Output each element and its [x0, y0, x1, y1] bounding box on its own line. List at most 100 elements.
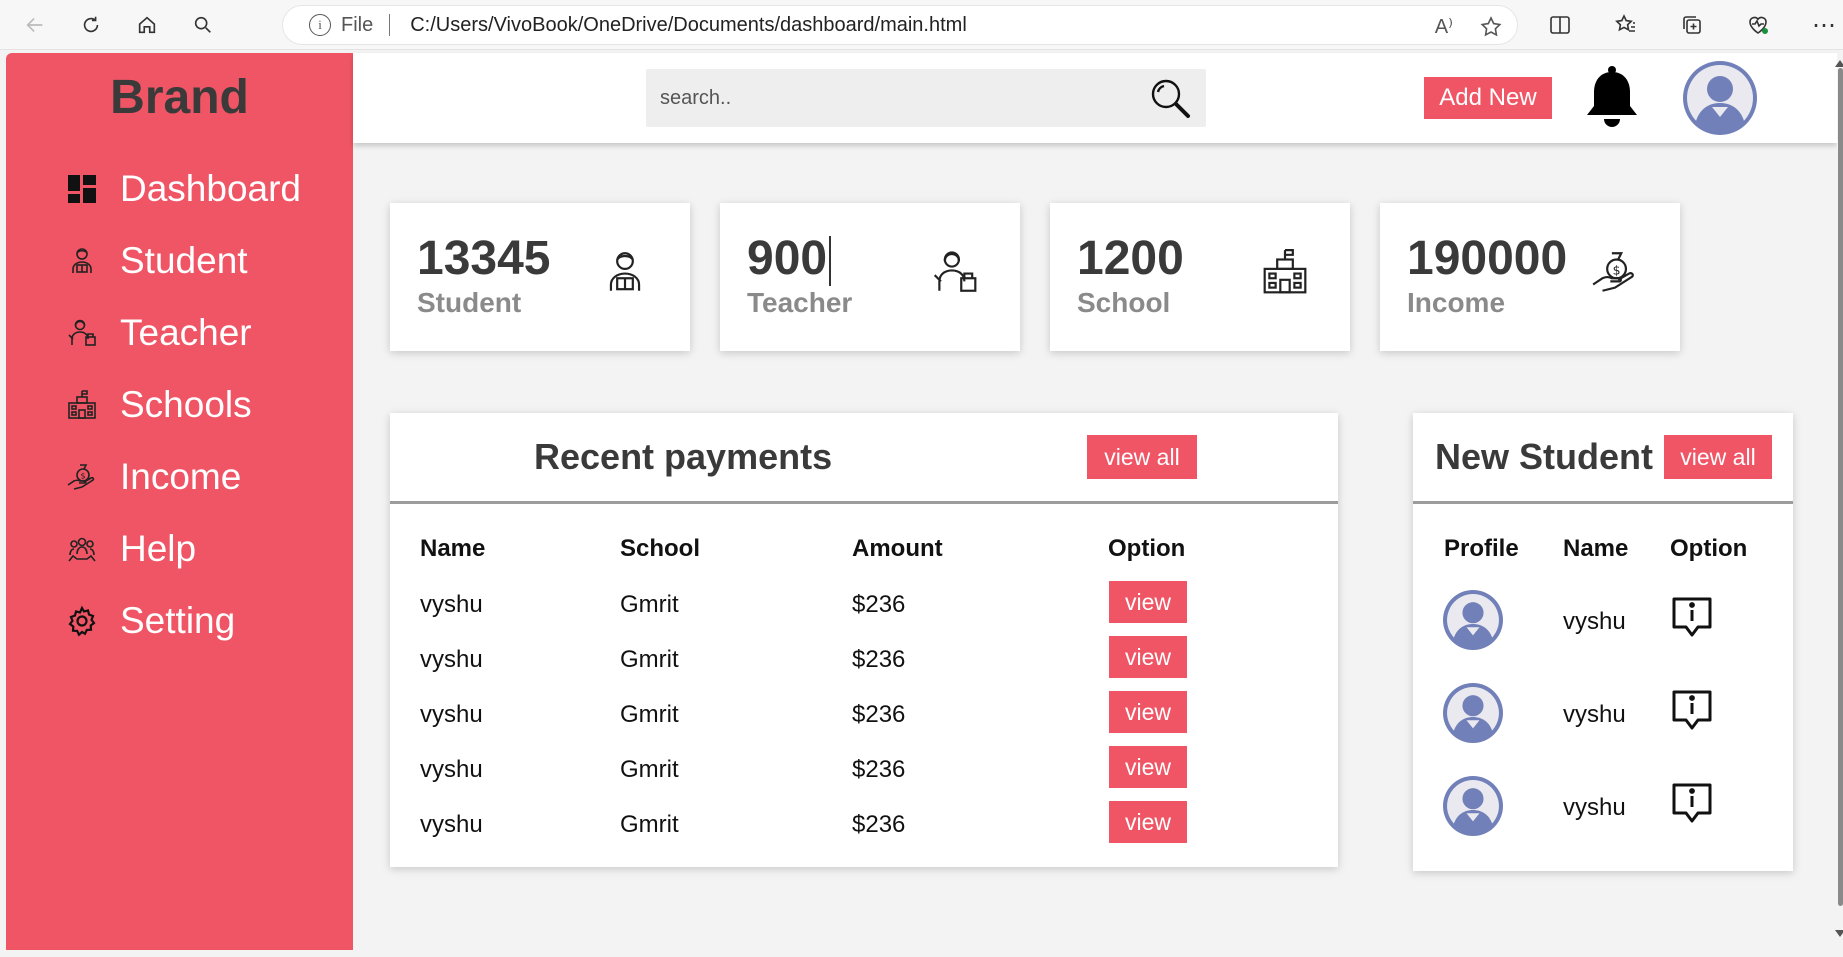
sidebar-item-schools[interactable]: Schools [64, 369, 301, 441]
cell-name: vyshu [420, 701, 483, 728]
teacher-icon [933, 251, 977, 292]
student-icon [64, 243, 100, 279]
cell-amount: $236 [852, 701, 906, 728]
panel-divider [1413, 501, 1793, 504]
bell-icon[interactable] [1582, 64, 1642, 130]
column-header-school: School [620, 535, 701, 562]
payments-view-all-button[interactable]: view all [1087, 435, 1197, 479]
cell-amount: $236 [852, 646, 906, 673]
cell-school: Gmrit [620, 591, 679, 618]
cell-amount: $236 [852, 756, 906, 783]
url-text[interactable]: C:/Users/VivoBook/OneDrive/Documents/das… [410, 14, 967, 37]
column-header-profile: Profile [1444, 535, 1519, 562]
stat-value-text: 900 [747, 232, 828, 285]
stat-value: 900 [747, 231, 832, 287]
cell-amount: $236 [852, 811, 906, 838]
search-icon[interactable] [1148, 76, 1194, 122]
gear-icon [64, 603, 100, 639]
read-aloud-icon[interactable]: A⁾ [1435, 14, 1453, 39]
row-view-button[interactable]: view [1109, 581, 1187, 623]
info-icon[interactable] [1668, 779, 1716, 827]
cell-amount: $236 [852, 591, 906, 618]
sidebar-item-label: Dashboard [120, 168, 302, 209]
row-view-button[interactable]: view [1109, 801, 1187, 843]
column-header-option: Option [1108, 535, 1186, 562]
site-info-icon[interactable]: i [309, 14, 331, 36]
scroll-up-arrow-icon[interactable] [1835, 60, 1843, 67]
student-name: vyshu [1563, 701, 1626, 728]
avatar[interactable] [1443, 683, 1503, 743]
cell-school: Gmrit [620, 811, 679, 838]
row-view-button[interactable]: view [1109, 746, 1187, 788]
stat-label: School [1077, 287, 1171, 318]
cell-name: vyshu [420, 811, 483, 838]
home-icon[interactable] [130, 9, 164, 41]
row-view-button[interactable]: view [1109, 636, 1187, 678]
sidebar-item-label: Income [120, 456, 242, 497]
top-header: Add New [353, 53, 1837, 143]
stat-label: Income [1407, 287, 1506, 318]
favorite-star-icon[interactable] [1479, 15, 1503, 39]
back-icon[interactable] [18, 9, 52, 41]
favorites-icon[interactable] [1609, 9, 1643, 41]
panel-title: Recent payments [534, 436, 833, 477]
split-screen-icon[interactable] [1543, 9, 1577, 41]
brand-logo[interactable]: Brand [6, 70, 353, 125]
cell-name: vyshu [420, 756, 483, 783]
new-student-panel: New Student view all Profile Name Option… [1413, 413, 1793, 871]
avatar[interactable] [1683, 61, 1757, 135]
more-options-icon[interactable]: ⋯ [1807, 9, 1841, 41]
student-icon [609, 252, 641, 291]
column-header-name: Name [420, 535, 486, 562]
cell-name: vyshu [420, 646, 483, 673]
sidebar-item-setting[interactable]: Setting [64, 585, 301, 657]
address-separator [389, 14, 391, 36]
recent-payments-panel: Recent payments view all Name School Amo… [390, 413, 1338, 867]
sidebar-item-label: Setting [120, 600, 236, 641]
new-student-view-all-button[interactable]: view all [1664, 435, 1772, 479]
cell-school: Gmrit [620, 646, 679, 673]
browser-essentials-icon[interactable] [1741, 9, 1775, 41]
refresh-icon[interactable] [74, 9, 108, 41]
stat-card-student[interactable]: 13345 Student [390, 203, 690, 351]
stat-value: 1200 [1077, 232, 1184, 285]
stat-card-teacher[interactable]: 900 Teacher [720, 203, 1020, 351]
income-icon: $ [1592, 252, 1634, 292]
sidebar-item-student[interactable]: Student [64, 225, 301, 297]
scrollbar-thumb[interactable] [1838, 68, 1843, 906]
sidebar-item-dashboard[interactable]: Dashboard [64, 153, 301, 225]
stat-card-income[interactable]: 190000 Income $ [1380, 203, 1680, 351]
add-new-button[interactable]: Add New [1424, 77, 1552, 119]
file-label: File [341, 13, 374, 36]
text-cursor [829, 236, 832, 287]
search-icon[interactable] [186, 9, 220, 41]
sidebar-item-income[interactable]: $ Income [64, 441, 301, 513]
avatar[interactable] [1443, 590, 1503, 650]
sidebar-item-label: Teacher [120, 312, 252, 353]
info-icon[interactable] [1668, 593, 1716, 641]
sidebar-item-label: Student [120, 240, 248, 281]
dashboard-icon [64, 171, 100, 207]
sidebar-item-help[interactable]: Help [64, 513, 301, 585]
svg-text:$: $ [1613, 262, 1621, 277]
stat-card-school[interactable]: 1200 School [1050, 203, 1350, 351]
stat-label: Teacher [747, 287, 853, 318]
row-view-button[interactable]: view [1109, 691, 1187, 733]
student-name: vyshu [1563, 608, 1626, 635]
info-icon[interactable] [1668, 686, 1716, 734]
address-bar[interactable]: i File C:/Users/VivoBook/OneDrive/Docume… [282, 5, 1518, 45]
school-icon [1263, 249, 1307, 294]
sidebar-menu: Dashboard Student Teacher Schools $ Inco… [64, 153, 301, 657]
sidebar-item-teacher[interactable]: Teacher [64, 297, 301, 369]
search-box [646, 69, 1206, 127]
avatar[interactable] [1443, 776, 1503, 836]
scroll-down-arrow-icon[interactable] [1835, 930, 1843, 937]
cell-name: vyshu [420, 591, 483, 618]
svg-text:$: $ [81, 472, 86, 481]
column-header-option: Option [1670, 535, 1748, 562]
collections-icon[interactable] [1675, 9, 1709, 41]
stat-value: 190000 [1407, 232, 1568, 285]
search-input[interactable] [660, 78, 1130, 118]
income-icon: $ [64, 459, 100, 495]
cell-school: Gmrit [620, 701, 679, 728]
